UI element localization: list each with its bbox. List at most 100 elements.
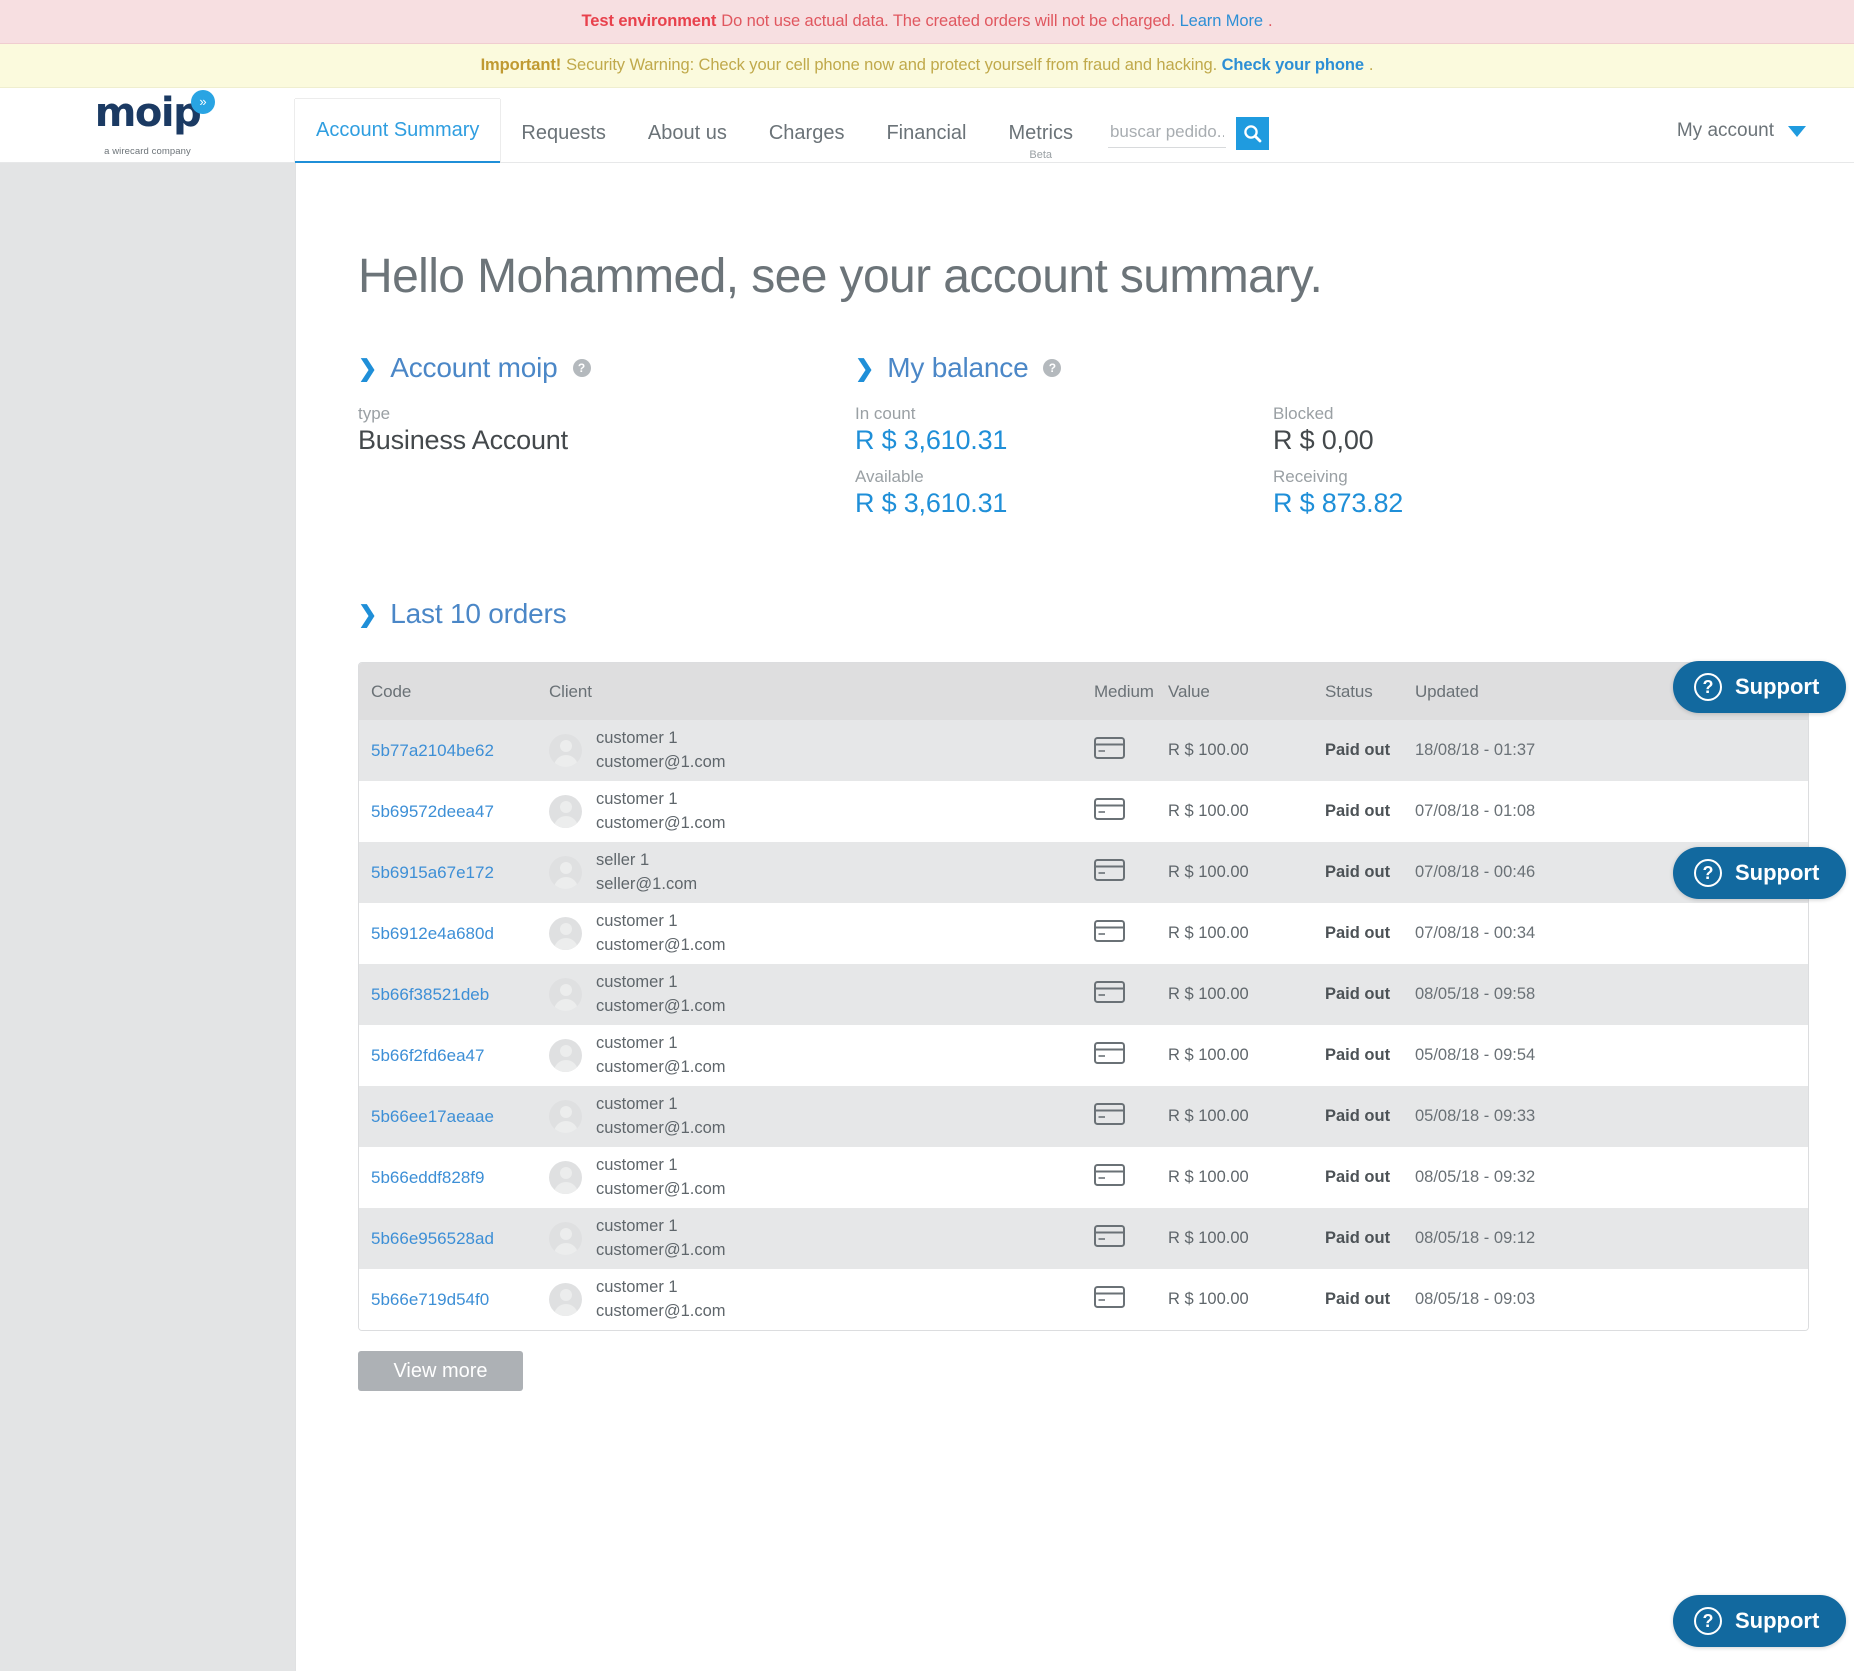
column-header-client[interactable]: Client — [549, 663, 1094, 720]
order-code-link[interactable]: 5b66e956528ad — [371, 1229, 494, 1248]
account-section-title[interactable]: ❯ Account moip ? — [358, 352, 855, 384]
cell-client: customer 1 customer@1.com — [549, 1086, 1094, 1147]
warning-banner-strong: Important! — [480, 56, 562, 75]
order-updated: 07/08/18 - 01:08 — [1415, 802, 1536, 820]
tab-metrics[interactable]: Metrics Beta — [988, 104, 1094, 162]
question-circle-icon: ? — [1694, 673, 1722, 701]
order-value: R $ 100.00 — [1168, 1168, 1249, 1186]
status-badge: Paid out — [1325, 1046, 1391, 1064]
table-row[interactable]: 5b66e956528ad customer 1 customer@1.com R $… — [359, 1208, 1808, 1269]
cell-code: 5b66ee17aeaae — [359, 1086, 549, 1147]
support-button[interactable]: ? Support — [1673, 1595, 1847, 1647]
order-code-link[interactable]: 5b66f2fd6ea47 — [371, 1046, 484, 1065]
cell-status: Paid out — [1325, 1025, 1415, 1086]
order-value: R $ 100.00 — [1168, 802, 1249, 820]
warning-banner-period: . — [1368, 56, 1374, 75]
page-body: Hello Mohammed, see your account summary… — [0, 163, 1854, 1671]
learn-more-link[interactable]: Learn More — [1180, 13, 1263, 30]
search-icon — [1244, 125, 1262, 143]
order-code-link[interactable]: 5b66ee17aeaae — [371, 1107, 494, 1126]
question-circle-icon: ? — [1694, 1607, 1722, 1635]
question-circle-icon[interactable]: ? — [572, 359, 591, 377]
cell-status: Paid out — [1325, 1208, 1415, 1269]
support-button-label: Support — [1735, 1608, 1820, 1633]
cell-status: Paid out — [1325, 1269, 1415, 1330]
support-button[interactable]: ? Support — [1673, 661, 1847, 713]
cell-status: Paid out — [1325, 903, 1415, 964]
cell-value: R $ 100.00 — [1168, 1208, 1325, 1269]
cell-code: 5b6912e4a680d — [359, 903, 549, 964]
balance-column-left: In count R $ 3,610.31 Available R $ 3,61… — [855, 404, 1273, 530]
client-name: customer 1 — [596, 972, 678, 991]
table-row[interactable]: 5b66ee17aeaae customer 1 customer@1.com R $… — [359, 1086, 1808, 1147]
view-more-button[interactable]: View more — [358, 1351, 523, 1391]
tab-metrics-label: Metrics — [1008, 121, 1073, 144]
order-updated: 05/08/18 - 09:33 — [1415, 1107, 1536, 1125]
balance-section-title[interactable]: ❯ My balance ? — [855, 352, 1794, 384]
order-code-link[interactable]: 5b6915a67e172 — [371, 863, 494, 882]
orders-section-title[interactable]: ❯ Last 10 orders — [358, 598, 1794, 630]
tab-requests[interactable]: Requests — [500, 104, 627, 162]
table-row[interactable]: 5b66e719d54f0 customer 1 customer@1.com R $… — [359, 1269, 1808, 1330]
table-row[interactable]: 5b69572deea47 customer 1 customer@1.com R $… — [359, 781, 1808, 842]
cell-client: customer 1 customer@1.com — [549, 1208, 1094, 1269]
order-code-link[interactable]: 5b6912e4a680d — [371, 924, 494, 943]
table-row[interactable]: 5b6912e4a680d customer 1 customer@1.com R $… — [359, 903, 1808, 964]
table-row[interactable]: 5b6915a67e172 seller 1 seller@1.com R $ 100… — [359, 842, 1808, 903]
cell-code: 5b66e719d54f0 — [359, 1269, 549, 1330]
balance-value: R $ 0,00 — [1273, 425, 1374, 455]
tab-financial-label: Financial — [886, 121, 967, 144]
column-header-medium[interactable]: Medium — [1094, 663, 1168, 720]
order-value: R $ 100.00 — [1168, 1290, 1249, 1308]
search-input[interactable] — [1107, 119, 1226, 148]
table-header-row: Code Client Medium Value Status Updated — [359, 663, 1808, 720]
client-email: customer@1.com — [596, 1301, 726, 1320]
status-badge: Paid out — [1325, 1290, 1391, 1308]
brand-logo[interactable]: moip » a wirecard company — [0, 87, 295, 162]
orders-table-wrapper: Code Client Medium Value Status Updated … — [358, 662, 1809, 1331]
cell-value: R $ 100.00 — [1168, 964, 1325, 1025]
tab-account-summary[interactable]: Account Summary — [295, 99, 501, 166]
chevron-down-icon — [1788, 125, 1806, 137]
table-row[interactable]: 5b66f2fd6ea47 customer 1 customer@1.com R $… — [359, 1025, 1808, 1086]
search-button[interactable] — [1235, 117, 1269, 150]
client-name: seller 1 — [596, 850, 650, 869]
user-avatar-icon — [549, 917, 582, 950]
test-banner-text: Do not use actual data. The created orde… — [721, 12, 1176, 31]
account-type-label: type — [358, 404, 391, 423]
tab-charges[interactable]: Charges — [748, 104, 866, 162]
cell-medium — [1094, 903, 1168, 964]
cell-code: 5b6915a67e172 — [359, 842, 549, 903]
balance-column-right: Blocked R $ 0,00 Receiving R $ 873.82 — [1273, 404, 1691, 530]
order-code-link[interactable]: 5b77a2104be62 — [371, 741, 494, 760]
chevron-right-icon: ❯ — [358, 600, 378, 627]
balance-value: R $ 3,610.31 — [855, 425, 1008, 455]
order-code-link[interactable]: 5b66eddf828f9 — [371, 1168, 484, 1187]
check-your-phone-link[interactable]: Check your phone — [1222, 57, 1364, 74]
cell-client: customer 1 customer@1.com — [549, 903, 1094, 964]
tab-financial[interactable]: Financial — [865, 104, 987, 162]
cell-medium — [1094, 1025, 1168, 1086]
warning-banner-text: Security Warning: Check your cell phone … — [566, 56, 1218, 75]
cell-value: R $ 100.00 — [1168, 1086, 1325, 1147]
order-code-link[interactable]: 5b66f38521deb — [371, 985, 489, 1004]
cell-code: 5b66f2fd6ea47 — [359, 1025, 549, 1086]
client-name: customer 1 — [596, 911, 678, 930]
support-button[interactable]: ? Support — [1673, 847, 1847, 899]
column-header-value[interactable]: Value — [1168, 663, 1325, 720]
tab-about-us[interactable]: About us — [627, 104, 748, 162]
column-header-status[interactable]: Status — [1325, 663, 1415, 720]
table-row[interactable]: 5b66eddf828f9 customer 1 customer@1.com R $… — [359, 1147, 1808, 1208]
order-code-link[interactable]: 5b69572deea47 — [371, 802, 494, 821]
order-updated: 08/05/18 - 09:12 — [1415, 1229, 1536, 1247]
table-row[interactable]: 5b66f38521deb customer 1 customer@1.com R $… — [359, 964, 1808, 1025]
order-value: R $ 100.00 — [1168, 1046, 1249, 1064]
column-header-code[interactable]: Code — [359, 663, 549, 720]
order-code-link[interactable]: 5b66e719d54f0 — [371, 1290, 489, 1309]
table-row[interactable]: 5b77a2104be62 customer 1 customer@1.com R $… — [359, 720, 1808, 781]
my-account-menu[interactable]: My account — [1677, 120, 1806, 142]
client-email: customer@1.com — [596, 813, 726, 832]
cell-updated: 07/08/18 - 01:08 — [1415, 781, 1808, 842]
user-avatar-icon — [549, 1100, 582, 1133]
question-circle-icon[interactable]: ? — [1043, 359, 1062, 377]
